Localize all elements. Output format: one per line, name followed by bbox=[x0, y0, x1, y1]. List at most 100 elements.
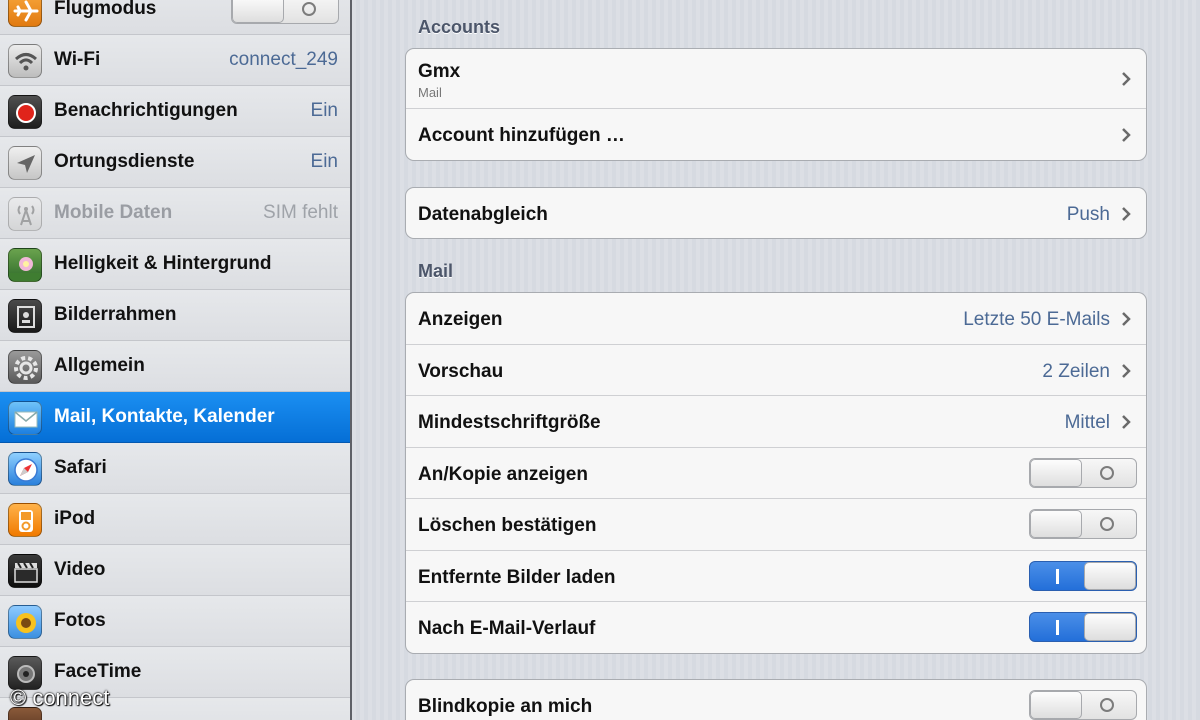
load-remote-images-switch[interactable] bbox=[1029, 561, 1137, 591]
fetch-group: Datenabgleich Push bbox=[405, 187, 1147, 239]
sidebar-item-fotos[interactable]: Fotos bbox=[0, 596, 350, 647]
sidebar-item-label: iPod bbox=[54, 508, 96, 529]
accounts-group: Gmx Mail Account hinzufügen … bbox=[405, 48, 1147, 161]
load-remote-images-row: Entfernte Bilder laden bbox=[406, 551, 1146, 602]
always-bcc-myself-row: Blindkopie an mich bbox=[406, 680, 1146, 720]
sidebar-item-label: Wi-Fi bbox=[54, 49, 101, 70]
organize-by-thread-row: Nach E-Mail-Verlauf bbox=[406, 602, 1146, 653]
sidebar-item-label: Allgemein bbox=[54, 355, 145, 376]
picture-frame-icon bbox=[8, 299, 42, 333]
sidebar-item-label: Safari bbox=[54, 457, 107, 478]
switch-off-ring-icon bbox=[1100, 698, 1114, 712]
airplane-mode-switch[interactable] bbox=[231, 0, 339, 24]
switch-knob bbox=[1030, 691, 1082, 719]
switch-knob bbox=[1030, 459, 1082, 487]
switch-on-bar-icon bbox=[1056, 620, 1059, 635]
sidebar-item-video[interactable]: Video bbox=[0, 545, 350, 596]
sidebar-item-safari[interactable]: Safari bbox=[0, 443, 350, 494]
notifications-icon bbox=[8, 95, 42, 129]
sidebar-item-helligkeit[interactable]: Helligkeit & Hintergrund bbox=[0, 239, 350, 290]
switch-off-ring-icon bbox=[1100, 517, 1114, 531]
sidebar-item-allgemein[interactable]: Allgemein bbox=[0, 341, 350, 392]
settings-sidebar: Flugmodus Wi-Fi connect_249 Benachrichti… bbox=[0, 0, 352, 720]
sidebar-item-flugmodus[interactable]: Flugmodus bbox=[0, 0, 350, 35]
wifi-icon bbox=[8, 44, 42, 78]
flower-wallpaper-icon bbox=[8, 248, 42, 282]
sidebar-item-label: Ortungsdienste bbox=[54, 151, 195, 172]
show-to-cc-row: An/Kopie anzeigen bbox=[406, 448, 1146, 499]
accounts-section-header: Accounts bbox=[418, 17, 501, 37]
sidebar-item-mail-kontakte-kalender[interactable]: Mail, Kontakte, Kalender bbox=[0, 392, 350, 443]
sidebar-item-wifi[interactable]: Wi-Fi connect_249 bbox=[0, 35, 350, 86]
show-label: Anzeigen bbox=[418, 309, 503, 330]
sidebar-item-mobile-daten[interactable]: Mobile Daten SIM fehlt bbox=[0, 188, 350, 239]
switch-knob bbox=[1084, 562, 1136, 590]
chevron-right-icon bbox=[1118, 127, 1134, 143]
sidebar-item-label: Mail, Kontakte, Kalender bbox=[54, 406, 275, 427]
min-font-size-row[interactable]: Mindestschriftgröße Mittel bbox=[406, 396, 1146, 448]
sidebar-item-label: Benachrichtigungen bbox=[54, 100, 238, 121]
preview-label: Vorschau bbox=[418, 361, 504, 382]
load-remote-images-label: Entfernte Bilder laden bbox=[418, 567, 616, 588]
location-arrow-icon bbox=[8, 146, 42, 180]
ask-before-deleting-label: Löschen bestätigen bbox=[418, 515, 597, 536]
sidebar-item-label: Flugmodus bbox=[54, 0, 157, 19]
sidebar-item-label: Helligkeit & Hintergrund bbox=[54, 253, 272, 274]
min-font-size-label: Mindestschriftgröße bbox=[418, 412, 601, 433]
chevron-right-icon bbox=[1118, 71, 1134, 87]
fetch-label: Datenabgleich bbox=[418, 204, 548, 225]
gear-icon bbox=[8, 350, 42, 384]
sidebar-item-ipod[interactable]: iPod bbox=[0, 494, 350, 545]
show-to-cc-label: An/Kopie anzeigen bbox=[418, 464, 588, 485]
switch-knob bbox=[232, 0, 284, 23]
always-bcc-switch[interactable] bbox=[1029, 690, 1137, 720]
sidebar-item-bilderrahmen[interactable]: Bilderrahmen bbox=[0, 290, 350, 341]
min-font-size-value: Mittel bbox=[1064, 412, 1110, 433]
always-bcc-label: Blindkopie an mich bbox=[418, 696, 593, 717]
ask-before-deleting-switch[interactable] bbox=[1029, 509, 1137, 539]
ask-before-deleting-row: Löschen bestätigen bbox=[406, 499, 1146, 551]
sunflower-icon bbox=[8, 605, 42, 639]
chevron-right-icon bbox=[1118, 311, 1134, 327]
clapperboard-icon bbox=[8, 554, 42, 588]
sidebar-item-label: Video bbox=[54, 559, 106, 580]
cellular-antenna-icon bbox=[8, 197, 42, 231]
fetch-value: Push bbox=[1066, 204, 1110, 225]
switch-off-ring-icon bbox=[1100, 466, 1114, 480]
chevron-right-icon bbox=[1118, 206, 1134, 222]
location-services-value: Ein bbox=[310, 151, 338, 172]
fetch-new-data-row[interactable]: Datenabgleich Push bbox=[406, 188, 1146, 238]
mail-envelope-icon bbox=[8, 401, 42, 435]
ipod-icon bbox=[8, 503, 42, 537]
switch-off-ring-icon bbox=[302, 2, 316, 16]
account-name: Gmx bbox=[418, 61, 461, 82]
organize-by-thread-switch[interactable] bbox=[1029, 612, 1137, 642]
account-row-gmx[interactable]: Gmx Mail bbox=[406, 49, 1146, 109]
add-account-label: Account hinzufügen … bbox=[418, 125, 625, 146]
compass-icon bbox=[8, 452, 42, 486]
show-to-cc-switch[interactable] bbox=[1029, 458, 1137, 488]
switch-on-bar-icon bbox=[1056, 569, 1059, 584]
show-messages-row[interactable]: Anzeigen Letzte 50 E-Mails bbox=[406, 293, 1146, 345]
show-value: Letzte 50 E-Mails bbox=[963, 309, 1110, 330]
sidebar-item-label: Fotos bbox=[54, 610, 106, 631]
switch-knob bbox=[1084, 613, 1136, 641]
notifications-value: Ein bbox=[310, 100, 338, 121]
airplane-icon bbox=[8, 0, 42, 27]
sidebar-item-label: Bilderrahmen bbox=[54, 304, 177, 325]
bcc-group: Blindkopie an mich bbox=[405, 679, 1147, 720]
add-account-row[interactable]: Account hinzufügen … bbox=[406, 109, 1146, 160]
account-type: Mail bbox=[418, 85, 442, 100]
sidebar-item-ortungsdienste[interactable]: Ortungsdienste Ein bbox=[0, 137, 350, 188]
copyright-watermark: © connect bbox=[10, 685, 110, 710]
chevron-right-icon bbox=[1118, 414, 1134, 430]
switch-knob bbox=[1030, 510, 1082, 538]
sidebar-item-benachrichtigungen[interactable]: Benachrichtigungen Ein bbox=[0, 86, 350, 137]
wifi-network-value: connect_249 bbox=[229, 49, 338, 70]
preview-value: 2 Zeilen bbox=[1042, 361, 1110, 382]
mail-section-header: Mail bbox=[418, 261, 454, 281]
mail-options-group: Anzeigen Letzte 50 E-Mails Vorschau 2 Ze… bbox=[405, 292, 1147, 654]
mobile-data-value: SIM fehlt bbox=[263, 202, 338, 223]
chevron-right-icon bbox=[1118, 363, 1134, 379]
preview-row[interactable]: Vorschau 2 Zeilen bbox=[406, 345, 1146, 396]
